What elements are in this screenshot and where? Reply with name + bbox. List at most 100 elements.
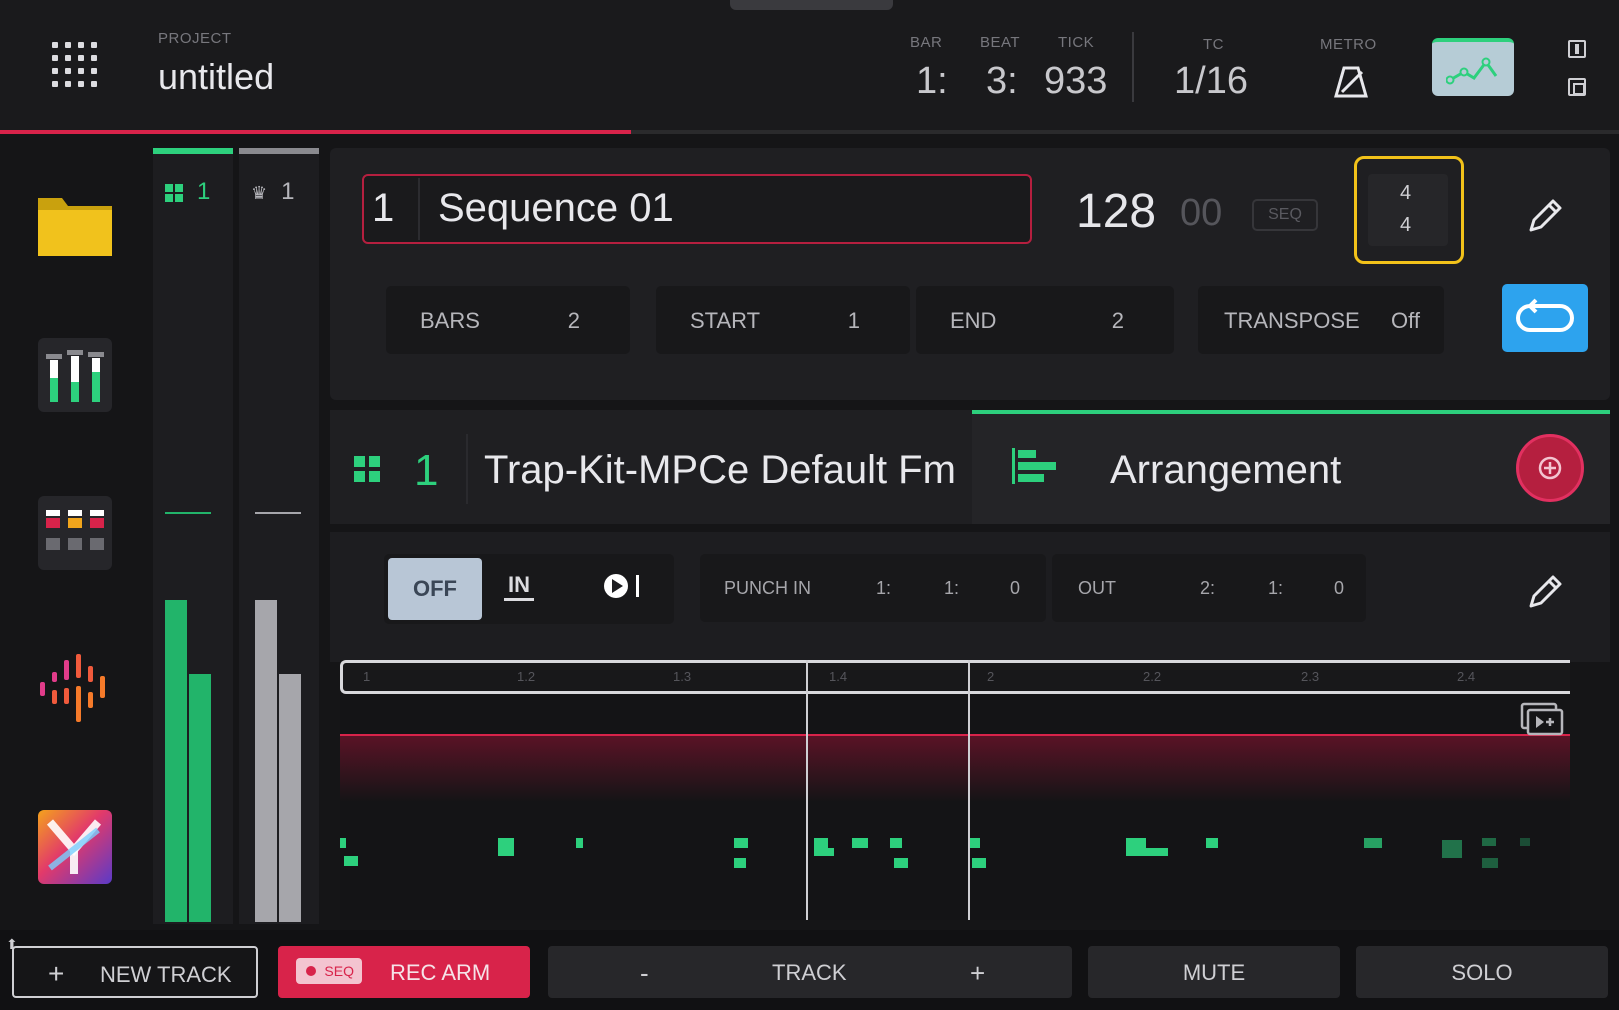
tick-label: TICK [1058, 34, 1095, 51]
note-event[interactable] [972, 858, 986, 868]
rec-arm-button[interactable]: SEQ REC ARM [278, 946, 530, 998]
punch-out-label: OUT [1078, 578, 1116, 598]
master-meter-peak [255, 512, 301, 514]
pencil-icon[interactable] [1525, 572, 1565, 612]
new-track-label: NEW TRACK [100, 962, 232, 987]
duplicate-sequence-icon[interactable] [1520, 702, 1564, 736]
tick-value[interactable]: 933 [1044, 60, 1107, 103]
metronome-icon[interactable] [1334, 66, 1368, 98]
metro-label: METRO [1320, 36, 1377, 53]
bar-value[interactable]: 1: [916, 60, 948, 103]
automation-line[interactable] [340, 734, 1570, 736]
note-event[interactable] [498, 838, 514, 856]
sequence-name: Sequence 01 [438, 186, 674, 230]
note-event[interactable] [852, 838, 868, 848]
browser-folder-icon[interactable] [36, 186, 114, 264]
note-event[interactable] [1520, 838, 1530, 846]
seq-rec-badge: SEQ [296, 958, 362, 984]
note-event[interactable] [1482, 858, 1498, 868]
bars-field[interactable]: BARS 2 [386, 286, 630, 354]
ruler-tick-label: 1 [363, 669, 371, 684]
loop-start-field[interactable]: START 1 [656, 286, 910, 354]
punch-in-field[interactable]: PUNCH IN 1: 1: 0 [700, 554, 1046, 622]
punch-out-beat: 1: [1268, 578, 1284, 598]
note-event[interactable] [890, 838, 902, 848]
master-level-meter[interactable]: ♛ 1 [239, 148, 319, 924]
loop-toggle-button[interactable] [1502, 284, 1588, 352]
note-event[interactable] [1482, 838, 1496, 846]
start-value: 1 [847, 308, 860, 333]
punch-in-label: PUNCH IN [724, 578, 812, 598]
timeline-ruler[interactable]: 1 1.2 1.3 1.4 2 2.2 2.3 2.4 [340, 660, 1570, 694]
automation-toggle-button[interactable] [1432, 38, 1514, 96]
playhead-line[interactable] [806, 660, 808, 920]
tc-label: TC [1203, 36, 1224, 53]
ruler-tick-label: 1.2 [517, 669, 536, 684]
record-mode-play-icon[interactable] [602, 572, 648, 600]
sequence-number: 1 [372, 186, 395, 230]
note-event[interactable] [734, 838, 748, 848]
pad-mixer-icon[interactable] [36, 494, 114, 572]
ruler-tick-label: 2 [987, 669, 995, 684]
note-event[interactable] [1144, 848, 1168, 856]
crown-icon: ♛ [251, 183, 268, 203]
note-event[interactable] [826, 848, 834, 856]
transpose-field[interactable]: TRANSPOSE Off [1198, 286, 1444, 354]
mixer-icon[interactable] [36, 336, 114, 414]
mute-label: MUTE [1182, 960, 1246, 985]
drum-program-icon [354, 456, 380, 482]
automation-curve-icon [1446, 57, 1498, 85]
track-control-label: TRACK [772, 960, 847, 985]
tempo-value[interactable]: 128 [1076, 184, 1156, 239]
main-menu-grid-icon[interactable] [52, 42, 100, 90]
plus-icon: + [48, 958, 65, 989]
loop-icon [1516, 298, 1574, 332]
new-track-button[interactable]: + NEW TRACK [12, 946, 258, 998]
master-meter-right-bar [279, 674, 301, 922]
bars-value: 2 [567, 308, 580, 333]
record-mode-off-button[interactable]: OFF [388, 558, 482, 620]
window-fullscreen-icon[interactable] [1568, 78, 1586, 96]
project-label: PROJECT [158, 30, 232, 47]
track-name[interactable]: Trap-Kit-MPCe Default Fm [484, 448, 956, 493]
xyfx-icon[interactable] [36, 808, 114, 886]
master-meter-label: 1 [281, 178, 295, 205]
note-event[interactable] [340, 838, 346, 848]
timing-correct-value[interactable]: 1/16 [1174, 60, 1248, 103]
note-event[interactable] [1364, 838, 1382, 848]
track-next-button[interactable]: + [970, 958, 985, 989]
top-drag-handle[interactable] [730, 0, 893, 10]
track-number: 1 [414, 446, 439, 495]
note-event[interactable] [970, 838, 980, 848]
window-split-icon[interactable] [1568, 40, 1586, 58]
ruler-tick-label: 2.2 [1143, 669, 1162, 684]
record-mode-in-button[interactable]: IN [504, 572, 534, 601]
note-event[interactable] [1126, 838, 1146, 856]
track-divider [466, 434, 468, 504]
automation-fill [340, 736, 1570, 802]
note-event[interactable] [344, 856, 358, 866]
note-event[interactable] [1206, 838, 1218, 848]
ruler-tick-label: 1.4 [829, 669, 848, 684]
note-event[interactable] [1442, 840, 1462, 858]
rec-arm-label: REC ARM [390, 960, 491, 985]
pencil-icon[interactable] [1525, 196, 1565, 236]
ruler-tick-label: 2.4 [1457, 669, 1476, 684]
mute-button[interactable]: MUTE [1088, 946, 1340, 998]
tempo-source-toggle[interactable]: SEQ [1252, 199, 1318, 231]
tempo-decimal[interactable]: 00 [1180, 192, 1222, 235]
solo-button[interactable]: SOLO [1356, 946, 1608, 998]
punch-out-field[interactable]: OUT 2: 1: 0 [1052, 554, 1366, 622]
note-event[interactable] [576, 838, 583, 848]
sample-edit-waveform-icon[interactable] [36, 650, 114, 728]
end-label: END [950, 308, 997, 333]
note-event[interactable] [894, 858, 908, 868]
track-select-control[interactable]: - TRACK + [548, 946, 1072, 998]
project-name: untitled [158, 56, 275, 97]
beat-value[interactable]: 3: [986, 60, 1018, 103]
track-prev-button[interactable]: - [640, 958, 649, 989]
note-event[interactable] [734, 858, 746, 868]
loop-end-field[interactable]: END 2 [916, 286, 1174, 354]
track-level-meter[interactable]: 1 [153, 148, 233, 924]
add-to-arrangement-button[interactable] [1516, 434, 1584, 502]
